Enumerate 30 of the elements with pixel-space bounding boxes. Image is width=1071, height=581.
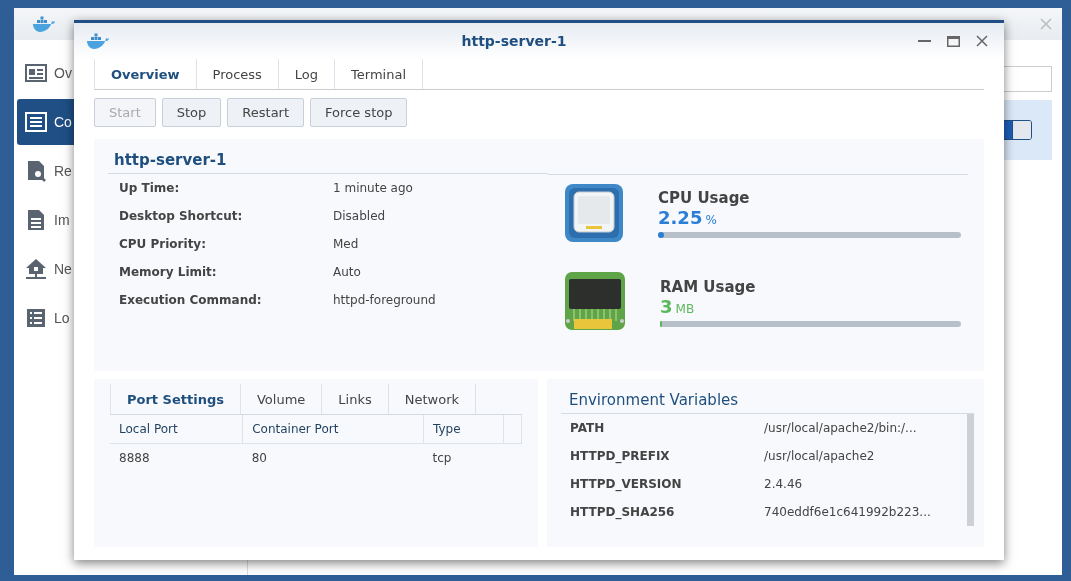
container-name: http-server-1 [108,147,548,174]
variable-value: 740eddf6e1c641992b223... [764,505,931,519]
detail-label: Memory Limit: [119,265,218,279]
table-cell: 80 [242,443,424,472]
variable-name: HTTPD_PREFIX [570,449,671,463]
detail-value: Med [333,237,359,251]
detail-label: Desktop Shortcut: [119,209,244,223]
usage-value: 3 [660,295,673,317]
detail-value: 1 minute ago [333,181,413,195]
detail-value: httpd-foreground [333,293,436,307]
detail-label: CPU Priority: [119,237,207,251]
variable-name: HTTPD_VERSION [570,477,683,491]
window-title: http-server-1 [460,33,568,49]
detail-label: Execution Command: [119,293,263,307]
detail-label: Up Time: [119,181,181,195]
variable-value: /usr/local/apache2 [764,449,875,463]
table-cell: tcp [423,443,504,472]
detail-value: Disabled [333,209,386,223]
variable-value: /usr/local/apache2/bin:/... [764,421,917,435]
usage-unit: % [705,212,717,227]
usage-unit: MB [675,301,695,316]
usage-value: 2.25 [658,206,703,228]
usage-title: CPU Usage [658,188,751,207]
usage-title: RAM Usage [660,277,757,296]
variable-name: HTTPD_SHA256 [570,505,676,519]
table-cell: 8888 [110,443,243,472]
variable-name: PATH [570,421,606,435]
detail-value: Auto [333,265,361,279]
panel-title: Environment Variables [561,379,974,414]
variable-value: 2.4.46 [764,477,803,491]
